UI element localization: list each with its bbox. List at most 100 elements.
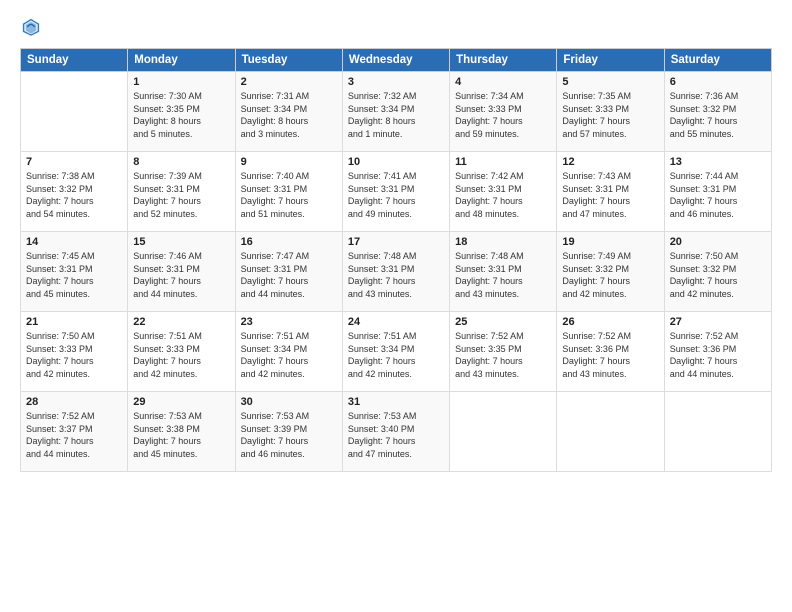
header-friday: Friday: [557, 49, 664, 72]
cell-0-0: [21, 72, 128, 152]
cell-2-4: 18 Sunrise: 7:48 AM Sunset: 3:31 PM Dayli…: [450, 232, 557, 312]
cell-0-2: 2Sunrise: 7:31 AM Sunset: 3:34 PM Daylig…: [235, 72, 342, 152]
cell-2-1: 15Sunrise: 7:46 AM Sunset: 3:31 PM Dayli…: [128, 232, 235, 312]
day-number: 4: [455, 76, 551, 88]
cell-0-3: 3Sunrise: 7:32 AM Sunset: 3:34 PM Daylig…: [342, 72, 449, 152]
day-number: 29: [133, 396, 229, 408]
day-number: 18: [455, 236, 551, 248]
cell-info: Sunrise: 7:30 AM Sunset: 3:35 PM Dayligh…: [133, 90, 229, 140]
cell-4-0: 28 Sunrise: 7:52 AM Sunset: 3:37 PM Dayli…: [21, 392, 128, 472]
cell-info: Sunrise: 7:53 AM Sunset: 3:39 PM Dayligh…: [241, 410, 337, 460]
cell-info: Sunrise: 7:48 AM Sunset: 3:31 PM Dayligh…: [455, 250, 551, 300]
day-number: 26: [562, 316, 658, 328]
day-number: 6: [670, 76, 766, 88]
header-saturday: Saturday: [664, 49, 771, 72]
cell-4-1: 29 Sunrise: 7:53 AM Sunset: 3:38 PM Dayli…: [128, 392, 235, 472]
day-number: 9: [241, 156, 337, 168]
cell-info: Sunrise: 7:43 AM Sunset: 3:31 PM Dayligh…: [562, 170, 658, 220]
cell-info: Sunrise: 7:47 AM Sunset: 3:31 PM Dayligh…: [241, 250, 337, 300]
cell-info: Sunrise: 7:42 AM Sunset: 3:31 PM Dayligh…: [455, 170, 551, 220]
day-number: 12: [562, 156, 658, 168]
week-row-1: 7 Sunrise: 7:38 AM Sunset: 3:32 PM Daylig…: [21, 152, 772, 232]
cell-0-1: 1 Sunrise: 7:30 AM Sunset: 3:35 PM Daylig…: [128, 72, 235, 152]
cell-1-1: 8 Sunrise: 7:39 AM Sunset: 3:31 PM Daylig…: [128, 152, 235, 232]
header-thursday: Thursday: [450, 49, 557, 72]
day-number: 2: [241, 76, 337, 88]
day-number: 17: [348, 236, 444, 248]
day-number: 1: [133, 76, 229, 88]
page-container: SundayMondayTuesdayWednesdayThursdayFrid…: [0, 0, 792, 612]
cell-info: Sunrise: 7:52 AM Sunset: 3:36 PM Dayligh…: [670, 330, 766, 380]
header-row-days: SundayMondayTuesdayWednesdayThursdayFrid…: [21, 49, 772, 72]
cell-info: Sunrise: 7:50 AM Sunset: 3:33 PM Dayligh…: [26, 330, 122, 380]
cell-info: Sunrise: 7:41 AM Sunset: 3:31 PM Dayligh…: [348, 170, 444, 220]
cell-info: Sunrise: 7:52 AM Sunset: 3:37 PM Dayligh…: [26, 410, 122, 460]
day-number: 3: [348, 76, 444, 88]
cell-3-4: 25Sunrise: 7:52 AM Sunset: 3:35 PM Dayli…: [450, 312, 557, 392]
day-number: 24: [348, 316, 444, 328]
cell-4-2: 30 Sunrise: 7:53 AM Sunset: 3:39 PM Dayli…: [235, 392, 342, 472]
cell-4-4: [450, 392, 557, 472]
cell-info: Sunrise: 7:35 AM Sunset: 3:33 PM Dayligh…: [562, 90, 658, 140]
logo-icon: [20, 16, 42, 38]
cell-info: Sunrise: 7:52 AM Sunset: 3:35 PM Dayligh…: [455, 330, 551, 380]
cell-3-6: 27 Sunrise: 7:52 AM Sunset: 3:36 PM Dayli…: [664, 312, 771, 392]
day-number: 31: [348, 396, 444, 408]
cell-info: Sunrise: 7:52 AM Sunset: 3:36 PM Dayligh…: [562, 330, 658, 380]
cell-info: Sunrise: 7:53 AM Sunset: 3:38 PM Dayligh…: [133, 410, 229, 460]
day-number: 28: [26, 396, 122, 408]
cell-1-0: 7 Sunrise: 7:38 AM Sunset: 3:32 PM Daylig…: [21, 152, 128, 232]
cell-info: Sunrise: 7:53 AM Sunset: 3:40 PM Dayligh…: [348, 410, 444, 460]
cell-4-3: 31 Sunrise: 7:53 AM Sunset: 3:40 PM Dayli…: [342, 392, 449, 472]
cell-3-0: 21 Sunrise: 7:50 AM Sunset: 3:33 PM Dayli…: [21, 312, 128, 392]
day-number: 23: [241, 316, 337, 328]
cell-0-4: 4 Sunrise: 7:34 AM Sunset: 3:33 PM Daylig…: [450, 72, 557, 152]
day-number: 30: [241, 396, 337, 408]
logo: [20, 16, 46, 38]
day-number: 8: [133, 156, 229, 168]
cell-info: Sunrise: 7:46 AM Sunset: 3:31 PM Dayligh…: [133, 250, 229, 300]
day-number: 7: [26, 156, 122, 168]
header-row: [20, 16, 772, 38]
cell-2-6: 20 Sunrise: 7:50 AM Sunset: 3:32 PM Dayli…: [664, 232, 771, 312]
cell-info: Sunrise: 7:40 AM Sunset: 3:31 PM Dayligh…: [241, 170, 337, 220]
cell-info: Sunrise: 7:51 AM Sunset: 3:34 PM Dayligh…: [241, 330, 337, 380]
cell-info: Sunrise: 7:49 AM Sunset: 3:32 PM Dayligh…: [562, 250, 658, 300]
cell-0-5: 5 Sunrise: 7:35 AM Sunset: 3:33 PM Daylig…: [557, 72, 664, 152]
week-row-0: 1 Sunrise: 7:30 AM Sunset: 3:35 PM Daylig…: [21, 72, 772, 152]
cell-2-0: 14Sunrise: 7:45 AM Sunset: 3:31 PM Dayli…: [21, 232, 128, 312]
cell-4-6: [664, 392, 771, 472]
cell-info: Sunrise: 7:48 AM Sunset: 3:31 PM Dayligh…: [348, 250, 444, 300]
header-monday: Monday: [128, 49, 235, 72]
cell-info: Sunrise: 7:44 AM Sunset: 3:31 PM Dayligh…: [670, 170, 766, 220]
cell-info: Sunrise: 7:39 AM Sunset: 3:31 PM Dayligh…: [133, 170, 229, 220]
cell-4-5: [557, 392, 664, 472]
cell-info: Sunrise: 7:34 AM Sunset: 3:33 PM Dayligh…: [455, 90, 551, 140]
day-number: 27: [670, 316, 766, 328]
calendar-table: SundayMondayTuesdayWednesdayThursdayFrid…: [20, 48, 772, 472]
week-row-3: 21 Sunrise: 7:50 AM Sunset: 3:33 PM Dayli…: [21, 312, 772, 392]
day-number: 20: [670, 236, 766, 248]
cell-1-6: 13 Sunrise: 7:44 AM Sunset: 3:31 PM Dayli…: [664, 152, 771, 232]
cell-info: Sunrise: 7:50 AM Sunset: 3:32 PM Dayligh…: [670, 250, 766, 300]
day-number: 16: [241, 236, 337, 248]
day-number: 14: [26, 236, 122, 248]
header-sunday: Sunday: [21, 49, 128, 72]
cell-2-3: 17 Sunrise: 7:48 AM Sunset: 3:31 PM Dayli…: [342, 232, 449, 312]
cell-1-4: 11 Sunrise: 7:42 AM Sunset: 3:31 PM Dayli…: [450, 152, 557, 232]
cell-1-2: 9 Sunrise: 7:40 AM Sunset: 3:31 PM Daylig…: [235, 152, 342, 232]
day-number: 21: [26, 316, 122, 328]
week-row-4: 28 Sunrise: 7:52 AM Sunset: 3:37 PM Dayli…: [21, 392, 772, 472]
day-number: 19: [562, 236, 658, 248]
day-number: 13: [670, 156, 766, 168]
day-number: 5: [562, 76, 658, 88]
cell-info: Sunrise: 7:38 AM Sunset: 3:32 PM Dayligh…: [26, 170, 122, 220]
cell-3-1: 22Sunrise: 7:51 AM Sunset: 3:33 PM Dayli…: [128, 312, 235, 392]
cell-info: Sunrise: 7:51 AM Sunset: 3:34 PM Dayligh…: [348, 330, 444, 380]
day-number: 11: [455, 156, 551, 168]
cell-1-5: 12 Sunrise: 7:43 AM Sunset: 3:31 PM Dayli…: [557, 152, 664, 232]
cell-3-2: 23 Sunrise: 7:51 AM Sunset: 3:34 PM Dayli…: [235, 312, 342, 392]
cell-3-3: 24 Sunrise: 7:51 AM Sunset: 3:34 PM Dayli…: [342, 312, 449, 392]
cell-3-5: 26 Sunrise: 7:52 AM Sunset: 3:36 PM Dayli…: [557, 312, 664, 392]
cell-info: Sunrise: 7:36 AM Sunset: 3:32 PM Dayligh…: [670, 90, 766, 140]
